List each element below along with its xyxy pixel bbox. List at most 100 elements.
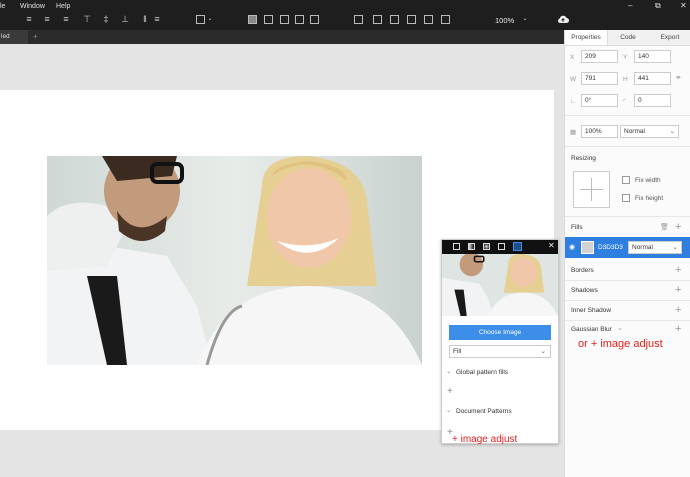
selected-image[interactable]: [47, 156, 422, 365]
crop-icon[interactable]: [424, 15, 433, 24]
document-patterns-label[interactable]: Document Patterns: [456, 408, 512, 415]
corner-radius-field[interactable]: 0: [634, 94, 671, 107]
trash-icon[interactable]: 🗑: [660, 223, 669, 231]
maximize-icon[interactable]: ⧉: [655, 1, 661, 11]
divider: [565, 146, 690, 147]
mask-icon[interactable]: [354, 15, 363, 24]
send-backward-icon[interactable]: [264, 15, 273, 24]
group-icon[interactable]: [310, 15, 319, 24]
choose-image-button[interactable]: Choose Image: [449, 325, 551, 340]
align-middle-icon[interactable]: ‡: [101, 14, 111, 24]
zoom-level[interactable]: 100%: [495, 16, 514, 25]
document-tab-label: led: [1, 33, 10, 40]
tab-export[interactable]: Export: [649, 30, 690, 45]
close-popup-icon[interactable]: ✕: [548, 241, 555, 250]
divider: [565, 300, 690, 301]
bring-to-front-icon[interactable]: [280, 15, 289, 24]
global-pattern-fills-label[interactable]: Global pattern fills: [456, 369, 508, 376]
title-bar: le Window Help ≡ ≡ ≡ ⊤ ‡ ⊥ ‖ ≡ ⌄ 100% ⌄ …: [0, 0, 690, 30]
h-label: H: [623, 76, 628, 83]
fill-blend-value: Normal: [632, 244, 653, 251]
boolean-icon[interactable]: [373, 15, 382, 24]
width-field[interactable]: 791: [581, 72, 618, 85]
cloud-upload-icon[interactable]: [557, 14, 569, 24]
gaussian-blur-label: Gaussian Blur: [571, 326, 612, 333]
fill-hex-value[interactable]: D3D3D3: [598, 244, 623, 251]
zoom-chevron-icon[interactable]: ⌄: [520, 14, 530, 24]
close-window-icon[interactable]: ✕: [680, 1, 687, 10]
x-field[interactable]: 209: [581, 50, 618, 63]
chevron-down-icon[interactable]: ⌄: [446, 406, 451, 414]
fill-radial-gradient-icon[interactable]: [483, 243, 490, 250]
chevron-down-icon[interactable]: ⌄: [205, 14, 215, 24]
divider: [565, 280, 690, 281]
corner-radius-icon: ◜: [623, 98, 626, 105]
fix-width-label: Fix width: [635, 177, 661, 184]
panel-tabs: Properties Code Export: [565, 30, 690, 46]
shadows-label: Shadows: [571, 287, 598, 294]
blend-mode-select[interactable]: Normal ⌄: [620, 125, 679, 138]
menu-item-file[interactable]: le: [0, 3, 5, 10]
tab-properties[interactable]: Properties: [565, 30, 608, 45]
fix-height-checkbox[interactable]: [622, 194, 630, 202]
divider: [565, 216, 690, 217]
inner-shadow-label: Inner Shadow: [571, 307, 612, 314]
resizing-label: Resizing: [571, 155, 596, 162]
menu-item-help[interactable]: Help: [56, 3, 70, 10]
fill-swatch[interactable]: [581, 241, 594, 254]
menu-item-window[interactable]: Window: [20, 3, 45, 10]
align-right-icon[interactable]: ≡: [61, 14, 71, 24]
fill-mode-select[interactable]: Fill ⌄: [449, 345, 551, 358]
fix-width-checkbox[interactable]: [622, 176, 630, 184]
align-left-icon[interactable]: ≡: [24, 14, 34, 24]
borders-label: Borders: [571, 267, 594, 274]
resizing-constraint-widget[interactable]: [573, 171, 610, 208]
flip-icon[interactable]: [390, 15, 399, 24]
bring-forward-icon[interactable]: [248, 15, 257, 24]
height-field[interactable]: 441: [634, 72, 671, 85]
w-label: W: [570, 76, 577, 83]
add-blur-icon[interactable]: +: [675, 324, 681, 335]
rotation-field[interactable]: 0°: [581, 94, 618, 107]
component-icon[interactable]: [196, 15, 205, 24]
scale-icon[interactable]: [441, 15, 450, 24]
eye-icon[interactable]: ◉: [569, 243, 575, 251]
chevron-down-icon: ⌄: [540, 348, 546, 355]
annotation-panel: or + image adjust: [578, 338, 663, 350]
y-label: Y: [623, 54, 628, 61]
opacity-icon: ▦: [570, 129, 577, 136]
chevron-down-icon[interactable]: ⌄: [617, 324, 623, 332]
opacity-field[interactable]: 100%: [581, 125, 618, 138]
send-to-back-icon[interactable]: [295, 15, 304, 24]
add-shadow-icon[interactable]: +: [675, 285, 681, 296]
distribute-horizontal-icon[interactable]: ‖: [140, 14, 150, 24]
fill-solid-icon[interactable]: [453, 243, 460, 250]
minimize-icon[interactable]: –: [628, 1, 632, 10]
fill-blend-select[interactable]: Normal ⌄: [628, 241, 682, 254]
fill-row[interactable]: ◉ D3D3D3 Normal ⌄: [565, 237, 690, 258]
add-inner-shadow-icon[interactable]: +: [675, 305, 681, 316]
fill-image-icon[interactable]: [513, 242, 522, 251]
x-label: X: [570, 54, 575, 61]
new-tab-button[interactable]: +: [33, 32, 38, 41]
fill-mode-value: Fill: [453, 348, 462, 355]
document-tab[interactable]: led: [0, 30, 28, 44]
distribute-vertical-icon[interactable]: ≡: [152, 14, 162, 24]
tab-code[interactable]: Code: [607, 30, 649, 45]
align-center-icon[interactable]: ≡: [42, 14, 52, 24]
add-global-pattern-icon[interactable]: +: [447, 386, 453, 397]
align-top-icon[interactable]: ⊤: [82, 14, 92, 24]
chevron-down-icon: ⌄: [672, 244, 678, 251]
add-border-icon[interactable]: +: [675, 265, 681, 276]
y-field[interactable]: 140: [634, 50, 671, 63]
fill-linear-gradient-icon[interactable]: [468, 243, 475, 250]
fix-height-label: Fix height: [635, 195, 664, 202]
align-bottom-icon[interactable]: ⊥: [120, 14, 130, 24]
add-fill-icon[interactable]: +: [675, 222, 681, 233]
chevron-down-icon[interactable]: ⌄: [446, 367, 451, 375]
fill-angular-gradient-icon[interactable]: [498, 243, 505, 250]
fill-type-bar: ✕: [442, 240, 558, 254]
link-icon[interactable]: ⚭: [675, 73, 682, 82]
rotate-icon[interactable]: [407, 15, 416, 24]
fill-picker-popup: ✕ Choose Image Fill ⌄ ⌄ Global pattern f…: [441, 239, 559, 444]
